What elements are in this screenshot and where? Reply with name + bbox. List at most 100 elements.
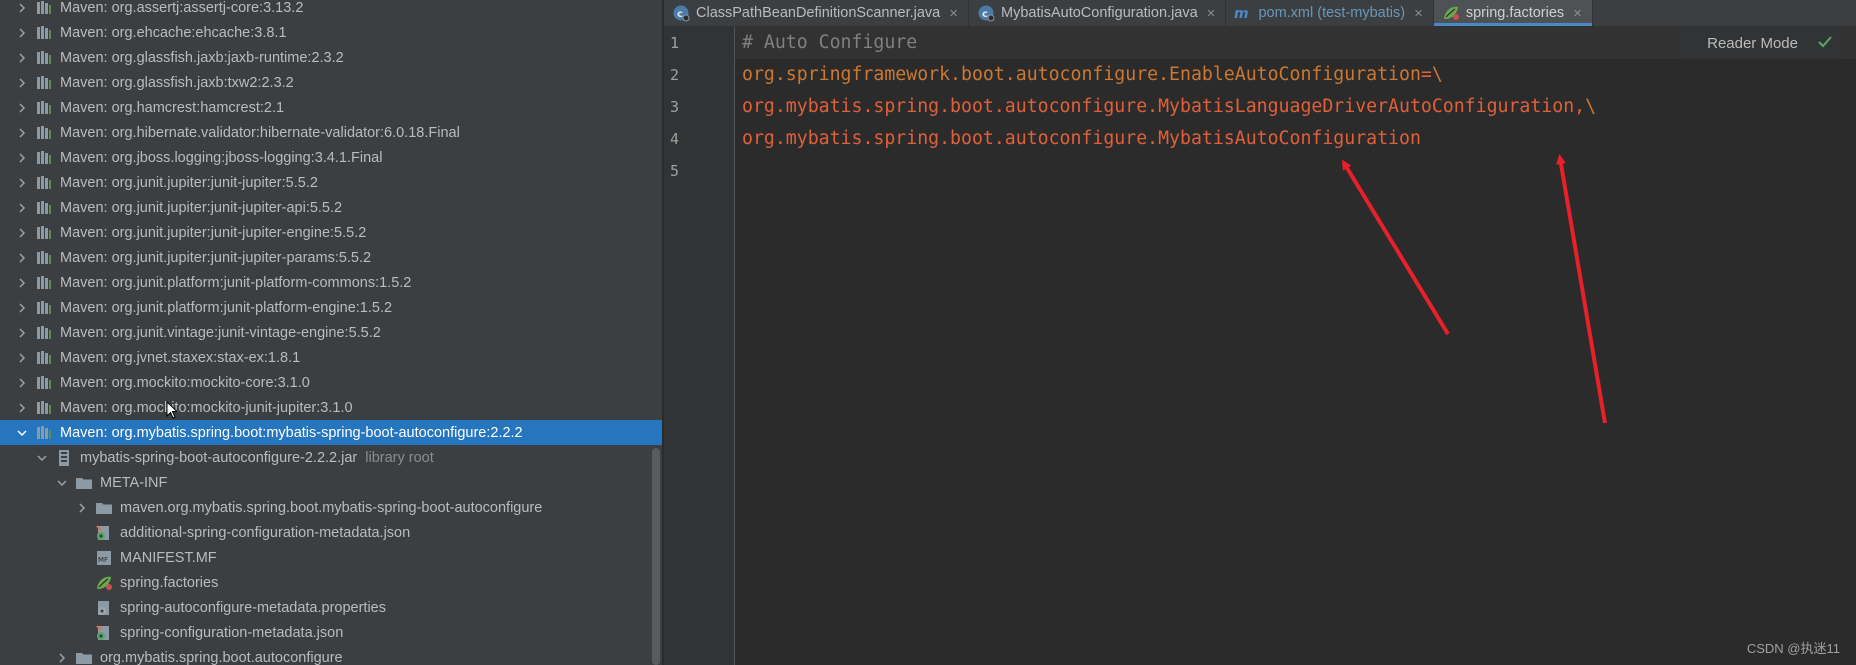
tree-row-label: spring-autoconfigure-metadata.properties <box>120 599 386 616</box>
close-icon[interactable]: × <box>1207 5 1216 22</box>
chevron-down-icon[interactable] <box>16 420 28 445</box>
editor-tab[interactable]: m pom.xml (test-mybatis) × <box>1226 0 1434 26</box>
tree-row[interactable]: org.mybatis.spring.boot.autoconfigure <box>0 645 662 665</box>
chevron-right-icon[interactable] <box>16 345 28 370</box>
tree-row[interactable]: additional-spring-configuration-metadata… <box>0 520 662 545</box>
folder-icon <box>74 473 94 493</box>
json-config-icon <box>94 523 114 543</box>
editor-tab-label: spring.factories <box>1465 5 1565 21</box>
tree-row[interactable]: Maven: org.junit.jupiter:junit-jupiter-a… <box>0 195 662 220</box>
chevron-right-icon[interactable] <box>16 245 28 270</box>
tree-row[interactable]: Maven: org.jboss.logging:jboss-logging:3… <box>0 145 662 170</box>
tree-row[interactable]: Maven: org.junit.jupiter:junit-jupiter-p… <box>0 245 662 270</box>
tree-row-label: Maven: org.junit.jupiter:junit-jupiter-p… <box>60 249 372 266</box>
code-line[interactable]: org.mybatis.spring.boot.autoconfigure.My… <box>742 91 1596 123</box>
watermark: CSDN @执迷11 <box>1746 641 1840 656</box>
tree-row-label: maven.org.mybatis.spring.boot.mybatis-sp… <box>120 499 543 516</box>
jar-icon <box>54 448 74 468</box>
tree-row[interactable]: Maven: org.jvnet.staxex:stax-ex:1.8.1 <box>0 345 662 370</box>
editor-tab[interactable]: c MybatisAutoConfiguration.java × <box>969 0 1227 26</box>
tree-row[interactable]: spring-autoconfigure-metadata.properties <box>0 595 662 620</box>
java-class-icon: c <box>977 4 995 22</box>
tree-row[interactable]: Maven: org.glassfish.jaxb:txw2:2.3.2 <box>0 70 662 95</box>
tree-row-label: Maven: org.junit.jupiter:junit-jupiter:5… <box>60 174 318 191</box>
line-number: 4 <box>670 130 680 148</box>
tree-row[interactable]: Maven: org.mybatis.spring.boot:mybatis-s… <box>0 420 662 445</box>
line-number: 5 <box>670 162 680 180</box>
folder-icon <box>94 498 114 518</box>
editor-tab-label: ClassPathBeanDefinitionScanner.java <box>696 5 941 21</box>
svg-text:c: c <box>982 9 988 20</box>
tree-row[interactable]: Maven: org.ehcache:ehcache:3.8.1 <box>0 20 662 45</box>
tree-row-label: mybatis-spring-boot-autoconfigure-2.2.2.… <box>80 449 358 466</box>
tree-row-label: additional-spring-configuration-metadata… <box>120 524 411 541</box>
chevron-down-icon[interactable] <box>36 445 48 470</box>
close-icon[interactable]: × <box>949 5 958 22</box>
chevron-down-icon[interactable] <box>56 470 68 495</box>
chevron-right-icon[interactable] <box>16 195 28 220</box>
code-token-val: org.mybatis.spring.boot.autoconfigure.My… <box>742 96 1586 117</box>
tree-row[interactable]: Maven: org.mockito:mockito-core:3.1.0 <box>0 370 662 395</box>
close-icon[interactable]: × <box>1414 5 1423 22</box>
editor-tab-label: MybatisAutoConfiguration.java <box>1001 5 1198 21</box>
code-token-comment: # Auto Configure <box>742 32 918 53</box>
chevron-right-icon[interactable] <box>16 270 28 295</box>
tree-row[interactable]: mybatis-spring-boot-autoconfigure-2.2.2.… <box>0 445 662 470</box>
tree-row[interactable]: Maven: org.hamcrest:hamcrest:2.1 <box>0 95 662 120</box>
library-icon <box>34 323 54 343</box>
project-tree[interactable]: Maven: org.assertj:assertj-core:3.13.2 Ma… <box>0 0 662 665</box>
checkmark-icon <box>1818 35 1832 52</box>
close-icon[interactable]: × <box>1573 5 1582 22</box>
chevron-right-icon[interactable] <box>16 95 28 120</box>
chevron-right-icon[interactable] <box>16 295 28 320</box>
chevron-right-icon[interactable] <box>16 20 28 45</box>
editor-tab[interactable]: c ClassPathBeanDefinitionScanner.java × <box>664 0 969 26</box>
tree-row[interactable]: maven.org.mybatis.spring.boot.mybatis-sp… <box>0 495 662 520</box>
tree-row[interactable]: spring-configuration-metadata.json <box>0 620 662 645</box>
chevron-right-icon[interactable] <box>16 170 28 195</box>
chevron-right-icon[interactable] <box>16 395 28 420</box>
chevron-right-icon[interactable] <box>16 320 28 345</box>
tree-row[interactable]: Maven: org.assertj:assertj-core:3.13.2 <box>0 0 662 20</box>
chevron-right-icon[interactable] <box>56 645 68 665</box>
tree-scrollbar[interactable] <box>652 448 660 665</box>
tree-row[interactable]: MF MANIFEST.MF <box>0 545 662 570</box>
reader-mode-toggle[interactable]: Reader Mode <box>1680 29 1840 57</box>
java-class-icon: c <box>672 4 690 22</box>
chevron-right-icon[interactable] <box>16 220 28 245</box>
tree-row[interactable]: META-INF <box>0 470 662 495</box>
code-line[interactable]: org.springframework.boot.autoconfigure.E… <box>742 59 1443 91</box>
tree-row[interactable]: Maven: org.glassfish.jaxb:jaxb-runtime:2… <box>0 45 662 70</box>
tree-row[interactable]: Maven: org.junit.jupiter:junit-jupiter-e… <box>0 220 662 245</box>
tree-row-label: Maven: org.glassfish.jaxb:jaxb-runtime:2… <box>60 49 344 66</box>
code-line[interactable]: org.mybatis.spring.boot.autoconfigure.My… <box>742 123 1421 155</box>
code-line[interactable]: # Auto Configure <box>742 27 917 59</box>
chevron-right-icon[interactable] <box>16 45 28 70</box>
editor-tab-label: pom.xml (test-mybatis) <box>1258 5 1406 21</box>
tree-row[interactable]: Maven: org.junit.jupiter:junit-jupiter:5… <box>0 170 662 195</box>
chevron-right-icon[interactable] <box>76 495 88 520</box>
tree-row-label: Maven: org.hamcrest:hamcrest:2.1 <box>60 99 285 116</box>
tree-row[interactable]: Maven: org.hibernate.validator:hibernate… <box>0 120 662 145</box>
chevron-right-icon[interactable] <box>16 120 28 145</box>
chevron-right-icon[interactable] <box>16 70 28 95</box>
tree-row[interactable]: Maven: org.junit.platform:junit-platform… <box>0 295 662 320</box>
tree-row[interactable]: Maven: org.junit.platform:junit-platform… <box>0 270 662 295</box>
chevron-right-icon[interactable] <box>16 0 28 20</box>
tree-row-label: Maven: org.jboss.logging:jboss-logging:3… <box>60 149 383 166</box>
editor-area[interactable]: 1 2 3 4 5 # Auto Configure org.springframewor… <box>664 27 1856 665</box>
library-icon <box>34 298 54 318</box>
chevron-right-icon[interactable] <box>16 145 28 170</box>
tree-row[interactable]: spring.factories <box>0 570 662 595</box>
library-icon <box>34 423 54 443</box>
tree-row[interactable]: Maven: org.mockito:mockito-junit-jupiter… <box>0 395 662 420</box>
mouse-cursor-icon <box>166 401 178 419</box>
tree-row[interactable]: Maven: org.junit.vintage:junit-vintage-e… <box>0 320 662 345</box>
chevron-right-icon[interactable] <box>16 370 28 395</box>
editor-tab[interactable]: spring.factories × <box>1433 0 1593 26</box>
library-icon <box>34 348 54 368</box>
svg-text:MF: MF <box>98 556 108 564</box>
tree-row-label: spring-configuration-metadata.json <box>120 624 344 641</box>
reader-mode-label: Reader Mode <box>1707 34 1798 52</box>
